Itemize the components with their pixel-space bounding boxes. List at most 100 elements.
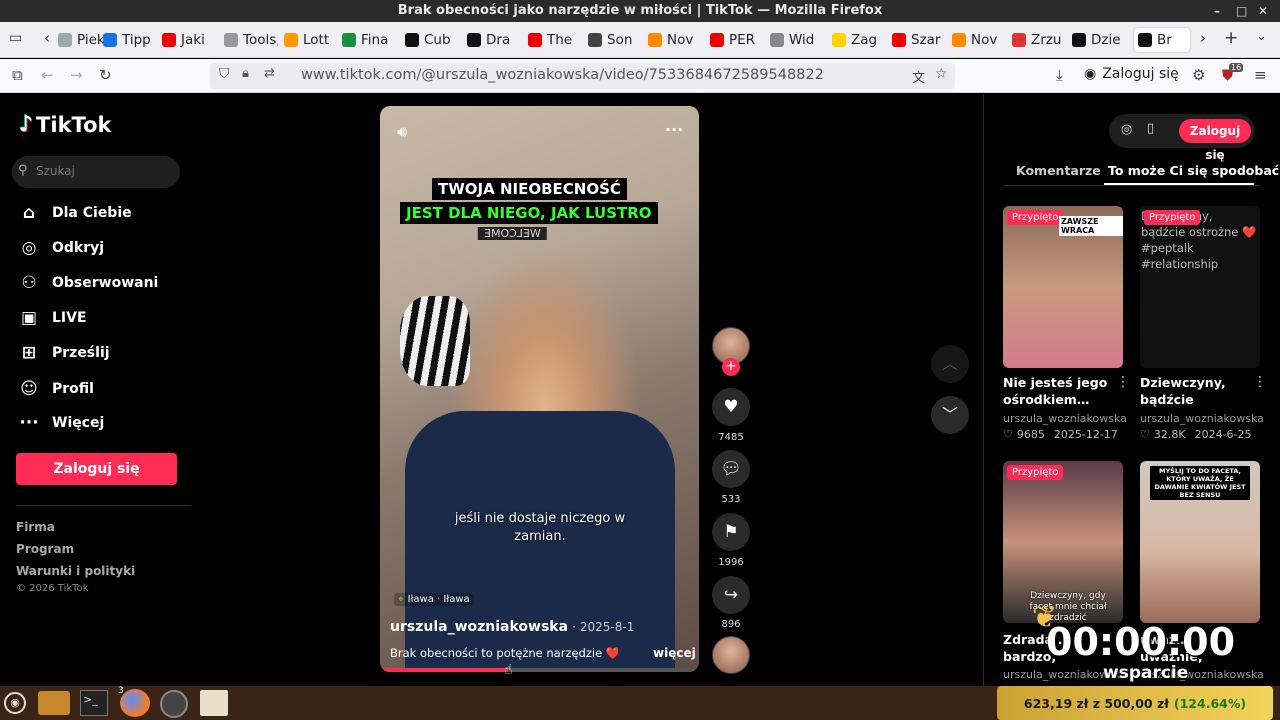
video-more-icon[interactable]: ···	[665, 120, 683, 139]
tiktok-logo[interactable]: ♪ TikTok	[19, 112, 111, 137]
comment-button[interactable]: 💬︎	[712, 450, 750, 488]
minimize-button[interactable]: –	[1214, 0, 1220, 22]
browser-tab[interactable]: Br	[1134, 28, 1190, 52]
previous-video-button[interactable]: ︿	[931, 345, 969, 383]
forward-icon[interactable]: →	[70, 65, 83, 85]
window-title-bar: Brak obecności jako narzędzie w miłości …	[0, 0, 1280, 22]
scroll-right-icon[interactable]: ›	[1200, 29, 1206, 47]
heart-outline-icon: ♡	[1003, 428, 1013, 441]
browser-tab[interactable]: Fina	[342, 28, 396, 52]
browser-tab[interactable]: Nov	[648, 28, 702, 52]
terminal-icon[interactable]: >_	[80, 690, 108, 716]
sidebar-toggle-icon[interactable]: ⧉	[12, 65, 23, 85]
url-bar[interactable]: ⛉ 🔒︎ ⇄ www.tiktok.com/@urszula_wozniakow…	[210, 63, 955, 89]
browser-tab[interactable]: Szar	[892, 28, 946, 52]
footer-link-program[interactable]: Program	[16, 542, 74, 556]
card-author[interactable]: urszula_wozniakowska	[1003, 412, 1127, 425]
new-tab-icon[interactable]: +	[1224, 28, 1238, 48]
firefox-icon[interactable]	[120, 689, 150, 717]
maximize-button[interactable]: □	[1236, 0, 1247, 22]
browser-tab[interactable]: PER	[710, 28, 764, 52]
follow-plus-icon[interactable]: +	[722, 358, 740, 376]
tab-overflow-icon[interactable]: ⌄	[1256, 29, 1267, 44]
url-text[interactable]: www.tiktok.com/@urszula_wozniakowska/vid…	[301, 67, 824, 83]
browser-tab[interactable]: Wid	[770, 28, 824, 52]
browser-tab[interactable]: Dra	[467, 28, 521, 52]
account-login-label: Zaloguj się	[1102, 66, 1179, 82]
browser-tab[interactable]: Son	[588, 28, 642, 52]
next-video-button[interactable]: ﹀	[931, 396, 969, 434]
footer-link-terms[interactable]: Warunki i polityki	[16, 564, 135, 578]
left-sidebar: ♪ TikTok ⚲ Szukaj ⌂ Dla Ciebie ◎ Odkryj ⚇ Obs…	[0, 94, 192, 686]
location-tag[interactable]: ⌖ Iława · Iława	[394, 593, 474, 606]
ublock-badge: 16	[1229, 63, 1244, 72]
account-login-button[interactable]: ◉ Zaloguj się	[1084, 66, 1179, 82]
scroll-left-icon[interactable]: ‹	[44, 29, 50, 47]
progress-track[interactable]	[380, 668, 699, 672]
browser-tab[interactable]: Zrzu	[1012, 28, 1066, 52]
sidebar-login-button[interactable]: Zaloguj się	[16, 453, 177, 485]
browser-tab[interactable]: Tools,	[224, 28, 278, 52]
browser-tab[interactable]: Zag	[832, 28, 886, 52]
card-date: 2024-6-25	[1194, 428, 1252, 441]
card-title[interactable]: Dziewczyny, bądźcie ostrożne…	[1140, 374, 1256, 410]
video-player[interactable]: 🔊︎ ··· TWOJA NIEOBECNOŚĆ JEST DLA NIEGO,…	[380, 106, 699, 672]
lock-icon[interactable]: 🔒︎	[242, 66, 249, 81]
reload-icon[interactable]: ↻	[99, 65, 112, 85]
suggested-video-card[interactable]: Przypięto ZAWSZE WRACA	[1003, 206, 1123, 368]
sidebar-item-prześlij[interactable]: ⊞ Prześlij	[18, 339, 110, 367]
phone-icon[interactable]: ▯	[1147, 121, 1154, 136]
browser-tab[interactable]: Cub	[405, 28, 459, 52]
tab-suggestions[interactable]: To może Ci się spodobać	[1108, 163, 1279, 178]
tab-label: Wid	[789, 32, 815, 48]
card-author[interactable]: urszula_wozniakowska	[1140, 412, 1264, 425]
tab-comments[interactable]: Komentarze	[1016, 163, 1101, 178]
shield-icon[interactable]: ⛉	[219, 66, 230, 82]
files-icon[interactable]	[38, 691, 70, 715]
browser-tab[interactable]: The	[528, 28, 582, 52]
sidebar-item-live[interactable]: ▣ LIVE	[18, 304, 87, 332]
start-menu-icon[interactable]: ◉	[4, 692, 26, 714]
header-login-button[interactable]: Zaloguj się	[1179, 119, 1251, 162]
translate-icon[interactable]: 文	[912, 67, 925, 86]
extensions-icon[interactable]: ⚙	[1192, 65, 1205, 85]
like-button[interactable]: ♥	[712, 388, 750, 426]
sidebar-item-obserwowani[interactable]: ⚇ Obserwowani	[18, 269, 158, 297]
browser-tab[interactable]: Nov	[952, 28, 1006, 52]
video-author[interactable]: urszula_wozniakowska	[390, 619, 568, 635]
footer-link-firma[interactable]: Firma	[16, 520, 55, 534]
browser-tab[interactable]: Tipp	[103, 28, 157, 52]
downloads-icon[interactable]: ⤓	[1056, 65, 1063, 85]
sidebar-item-dla-ciebie[interactable]: ⌂ Dla Ciebie	[18, 199, 132, 227]
bookmark-star-icon[interactable]: ☆	[935, 66, 948, 82]
sidebar-item-odkryj[interactable]: ◎ Odkryj	[18, 234, 104, 262]
sidebar-item-profil[interactable]: ☺ Profil	[18, 375, 94, 403]
suggested-video-card[interactable]: Dziewczyny, bądźcie ostrożne ❤️ #peptalk…	[1140, 206, 1260, 368]
permissions-icon[interactable]: ⇄	[264, 66, 275, 81]
menu-icon[interactable]: ≡	[1254, 65, 1267, 85]
tiktok-note-icon: ♪	[19, 112, 34, 137]
browser-tab[interactable]: Lott	[284, 28, 338, 52]
save-button[interactable]: ⚑	[712, 513, 750, 551]
suggested-video-card[interactable]: Przypięto Dziewczyny, gdy facet mnie chc…	[1003, 461, 1123, 623]
music-disc-avatar[interactable]	[712, 636, 750, 674]
card-title[interactable]: Nie jesteś jego ośrodkiem…	[1003, 374, 1119, 410]
volume-icon[interactable]: 🔊︎	[397, 122, 407, 142]
close-button[interactable]: ✕	[1258, 0, 1268, 22]
compass-icon[interactable]: ◎	[1121, 122, 1132, 137]
sidebar-item-więcej[interactable]: ··· Więcej	[18, 409, 104, 437]
video-more-link[interactable]: więcej	[653, 646, 696, 660]
share-icon: ↪	[723, 585, 739, 605]
back-icon[interactable]: ←	[41, 65, 54, 85]
browser-tab[interactable]: Jaki	[162, 28, 216, 52]
tab-label: Cub	[424, 32, 451, 48]
tab-list-icon[interactable]: ▭	[9, 30, 22, 46]
headline-line1: TWOJA NIEOBECNOŚĆ	[432, 178, 627, 200]
obs-icon[interactable]	[160, 690, 188, 718]
nav-icon: ▣	[20, 308, 38, 328]
suggested-video-card[interactable]: MYŚLIJ TO DO FACETA, KTÓRY UWAŻA, ŻE DAW…	[1140, 461, 1260, 623]
browser-tab[interactable]: Dzie	[1072, 28, 1126, 52]
text-editor-icon[interactable]	[200, 690, 228, 716]
share-button[interactable]: ↪	[712, 576, 750, 614]
search-input[interactable]: ⚲ Szukaj	[12, 156, 180, 188]
